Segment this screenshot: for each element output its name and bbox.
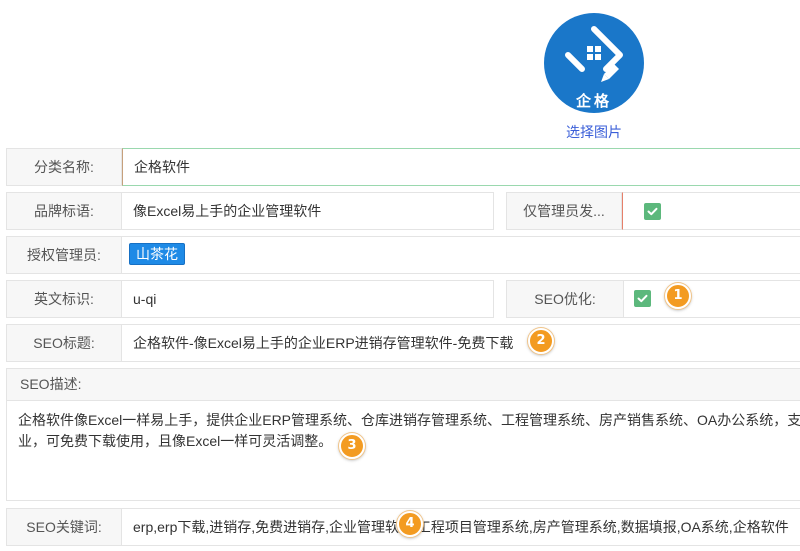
authorized-admins-field[interactable] [122,236,800,274]
authorized-admins-label: 授权管理员: [6,236,122,274]
english-id-label: 英文标识: [6,280,122,318]
english-id-input[interactable]: u-qi [122,280,494,318]
check-icon [637,294,648,303]
seo-description-line: 企格软件像Excel一样易上手，提供企业ERP管理系统、仓库进销存管理系统、工程… [18,412,800,428]
seo-description-label: SEO描述: [6,368,800,401]
seo-description-textarea[interactable]: 企格软件像Excel一样易上手，提供企业ERP管理系统、仓库进销存管理系统、工程… [6,401,800,501]
annotation-badge-3: 3 [339,433,365,459]
annotation-badge-4: 4 [397,511,423,537]
seo-optimize-checkbox[interactable] [634,290,651,307]
category-name-label: 分类名称: [6,148,122,186]
brand-slogan-label: 品牌标语: [6,192,122,230]
category-edit-form: 企格 选择图片 分类名称: 企格软件 品牌标语: 像Excel易上手的企业管理软… [0,0,800,551]
admin-only-publish-checkbox[interactable] [644,203,661,220]
check-icon [647,207,658,216]
seo-title-input[interactable]: 企格软件-像Excel易上手的企业ERP进销存管理软件-免费下载 [122,324,800,362]
seo-title-label: SEO标题: [6,324,122,362]
admin-tag[interactable]: 山茶花 [129,243,185,265]
brand-slogan-input[interactable]: 像Excel易上手的企业管理软件 [122,192,494,230]
admin-only-publish-label: 仅管理员发... [506,192,622,230]
category-name-input[interactable]: 企格软件 [122,148,800,186]
seo-optimize-label: SEO优化: [506,280,624,318]
category-logo-image[interactable]: 企格 [543,12,645,114]
annotation-badge-2: 2 [528,328,554,354]
seo-keywords-input[interactable]: erp,erp下载,进销存,免费进销存,企业管理软件,工程项目管理系统,房产管理… [122,508,800,546]
seo-keywords-label: SEO关键词: [6,508,122,546]
logo-svg: 企格 [544,13,644,113]
logo-text: 企格 [575,92,612,110]
select-image-link[interactable]: 选择图片 [534,122,654,142]
annotation-badge-1: 1 [665,283,691,309]
seo-description-line: 业，可免费下载使用，且像Excel一样可灵活调整。 [18,433,333,449]
